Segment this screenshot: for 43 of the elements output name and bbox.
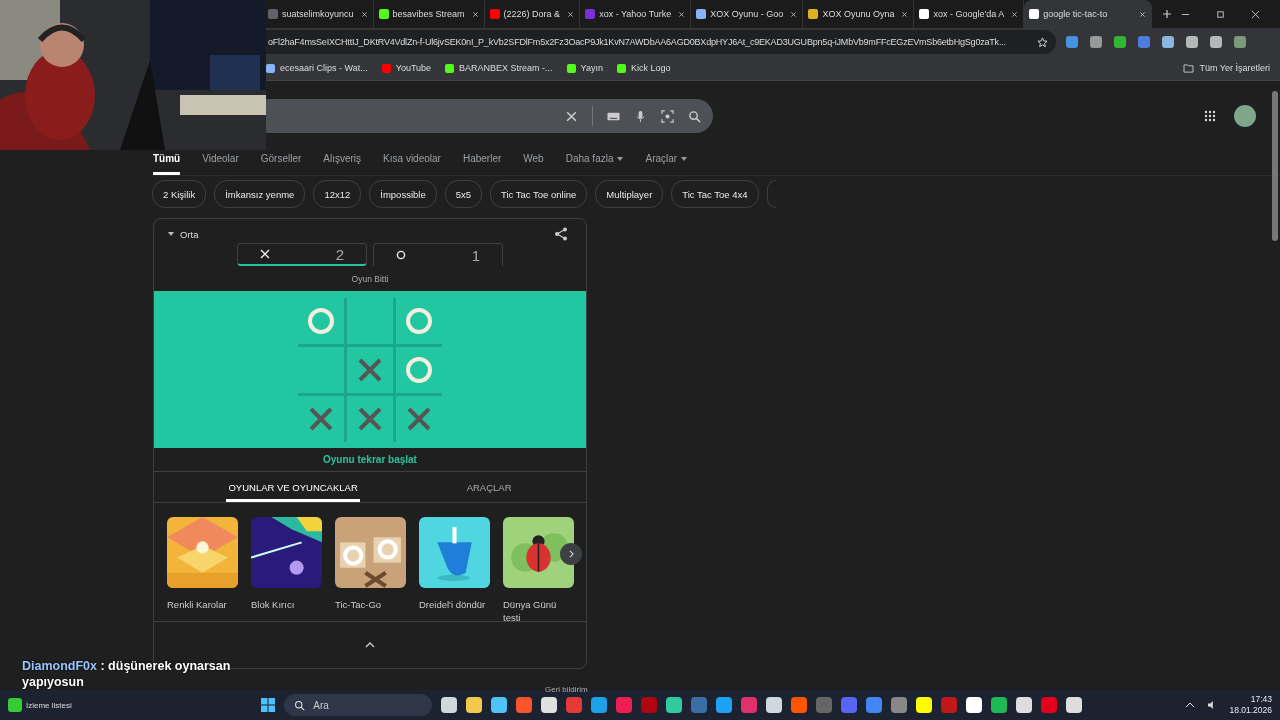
search-tab[interactable]: Daha fazla [565,153,624,175]
bookmark[interactable]: Kick Logo [616,63,671,73]
bookmark[interactable]: YouTube [381,63,432,73]
widget-label[interactable]: İzleme listesi [26,700,72,710]
clock-date[interactable]: 18.01.2026 [1229,705,1272,716]
suggestion-chip[interactable]: Multiplayer [595,180,664,208]
search-tab[interactable]: Tümü [153,153,181,175]
suggestion-chip[interactable]: 2 Kişilik [152,180,207,208]
chat-message: DiamondF0x : düşünerek oynarsan yapıyosun [22,658,232,690]
search-tab[interactable]: Görseller [260,153,302,175]
search-tab[interactable]: Kısa videolar [383,153,441,175]
search-tab[interactable]: Alışveriş [323,153,362,175]
player-score: 2 [237,243,367,266]
bookmark[interactable]: BARANBEX Stream -... [445,63,553,73]
browser-tab[interactable]: google tic-tac-to [1024,0,1153,28]
clock-time[interactable]: 17:43 [1250,694,1272,705]
game-title[interactable]: Dreidel'i döndür [419,598,490,611]
all-bookmarks-button[interactable]: Tüm Yer İşaretleri [1183,63,1270,73]
suggestion-chip[interactable]: İmkansız yenme [214,180,306,208]
suggestion-chip[interactable]: 5x5 [444,180,482,208]
suggestion-chip[interactable]: Tic Tac Toe 4x4 [671,180,759,208]
bookmark[interactable]: ecesaari Clips - Wat... [266,63,368,73]
feedback-link[interactable]: Geri bildirim [545,685,588,694]
bookmark[interactable]: Yayın [566,63,603,73]
game-title[interactable]: Blok Kırıcı [251,598,322,611]
address-bar[interactable]: oFl2haF4msSeIXCHttIJ_DKtRV4VdlZn-f-Ul6jvSEK0nI_P_kVb2SFDlFm5x2Fz3OacP9Jk1KvN7AWDbAA6AGD0BXdpHYJ6At_c9EKAD3UGUBpn5q-iJMbVb9mFFcEGzEVmSb6etbHgSg0zaTk... [266,30,1056,54]
category-tab[interactable]: OYUNLAR VE OYUNCAKLAR [226,472,360,502]
game-title[interactable]: Tic-Tac-Go [335,598,406,611]
search-tab[interactable]: Videolar [202,153,239,175]
player-score: 1 [373,243,503,266]
taskbar-search[interactable]: Ara [284,694,433,716]
game-title[interactable]: Renkli Karolar [167,598,238,611]
search-tab[interactable]: Web [523,153,544,175]
category-tab[interactable]: ARAÇLAR [464,472,514,502]
suggestion-chip[interactable]: İmpossible [369,180,437,208]
game-title[interactable]: Dünya Günü testi [503,598,574,624]
game-status: Oyun Bitti [350,274,390,284]
search-tab[interactable]: Araçlar [645,153,688,175]
suggestion-chip[interactable]: 12x12 [313,180,362,208]
search-tab[interactable]: Haberler [462,153,502,175]
suggestion-chip[interactable]: Tic Tac Toe online [490,180,588,208]
restart-link[interactable]: Oyunu tekrar başlat [154,448,586,472]
difficulty-dropdown[interactable]: Orta [168,228,199,240]
